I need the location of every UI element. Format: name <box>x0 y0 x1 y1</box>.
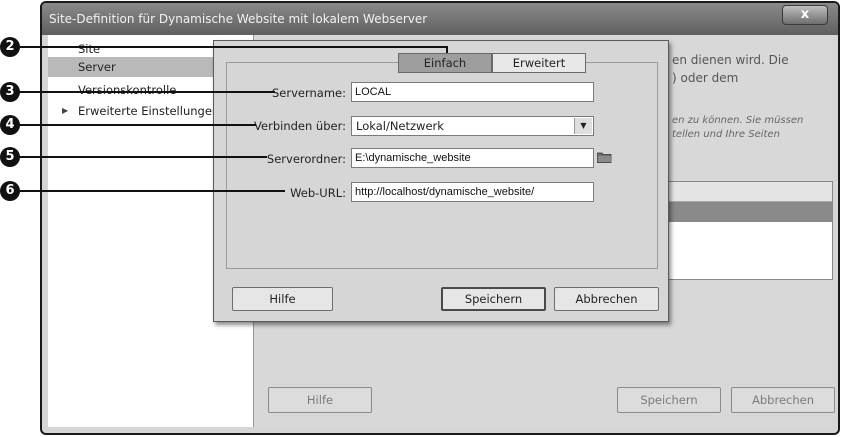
cancel-button[interactable]: Abbrechen <box>554 287 659 311</box>
description-text-1: en dienen wird. Die <box>672 53 789 67</box>
expand-arrow-icon[interactable]: ▶ <box>62 101 68 121</box>
server-settings-dialog: Einfach Erweitert Servername: LOCAL Verb… <box>213 40 669 322</box>
callout-badge-4: 4 <box>0 115 20 135</box>
callout-line-3 <box>18 91 275 93</box>
callout-line-4 <box>18 124 256 126</box>
callout-line-6 <box>18 190 285 192</box>
callout-badge-2: 2 <box>0 37 20 57</box>
info-text-1: en zu können. Sie müssen <box>672 115 804 126</box>
table-header <box>666 182 832 202</box>
tab-erweitert[interactable]: Erweitert <box>492 53 586 73</box>
server-folder-label: Serverordner: <box>266 152 346 166</box>
callout-badge-6: 6 <box>0 181 20 201</box>
server-list-table[interactable] <box>665 181 833 280</box>
tab-einfach[interactable]: Einfach <box>398 53 492 73</box>
connect-via-select[interactable]: Lokal/Netzwerk ▼ <box>351 116 594 136</box>
callout-badge-3: 3 <box>0 82 20 102</box>
cancel-button-background[interactable]: Abbrechen <box>731 387 835 413</box>
callout-line-2 <box>18 46 448 48</box>
callout-line-5 <box>18 156 267 158</box>
save-button[interactable]: Speichern <box>441 287 546 311</box>
close-button[interactable]: x <box>782 5 828 25</box>
help-button[interactable]: Hilfe <box>232 287 333 311</box>
close-icon: x <box>800 7 810 22</box>
servername-label: Servername: <box>272 86 346 100</box>
window-title: Site-Definition für Dynamische Website m… <box>49 12 428 26</box>
callout-line-2-drop <box>446 46 448 53</box>
server-folder-input[interactable]: E:\dynamische_website <box>351 148 594 168</box>
connect-via-label: Verbinden über: <box>254 119 346 133</box>
description-text-2: ) oder dem <box>672 71 739 85</box>
callout-badge-5: 5 <box>0 147 20 167</box>
title-bar[interactable]: Site-Definition für Dynamische Website m… <box>42 3 838 35</box>
web-url-label: Web-URL: <box>290 186 346 200</box>
folder-icon[interactable] <box>597 152 612 163</box>
help-button-background[interactable]: Hilfe <box>268 387 372 413</box>
table-row[interactable] <box>666 202 832 222</box>
info-text-2: tellen und Ihre Seiten <box>672 129 780 140</box>
servername-input[interactable]: LOCAL <box>351 82 594 102</box>
chevron-down-icon[interactable]: ▼ <box>574 118 592 134</box>
web-url-input[interactable]: http://localhost/dynamische_website/ <box>351 182 594 202</box>
save-button-background[interactable]: Speichern <box>617 387 721 413</box>
